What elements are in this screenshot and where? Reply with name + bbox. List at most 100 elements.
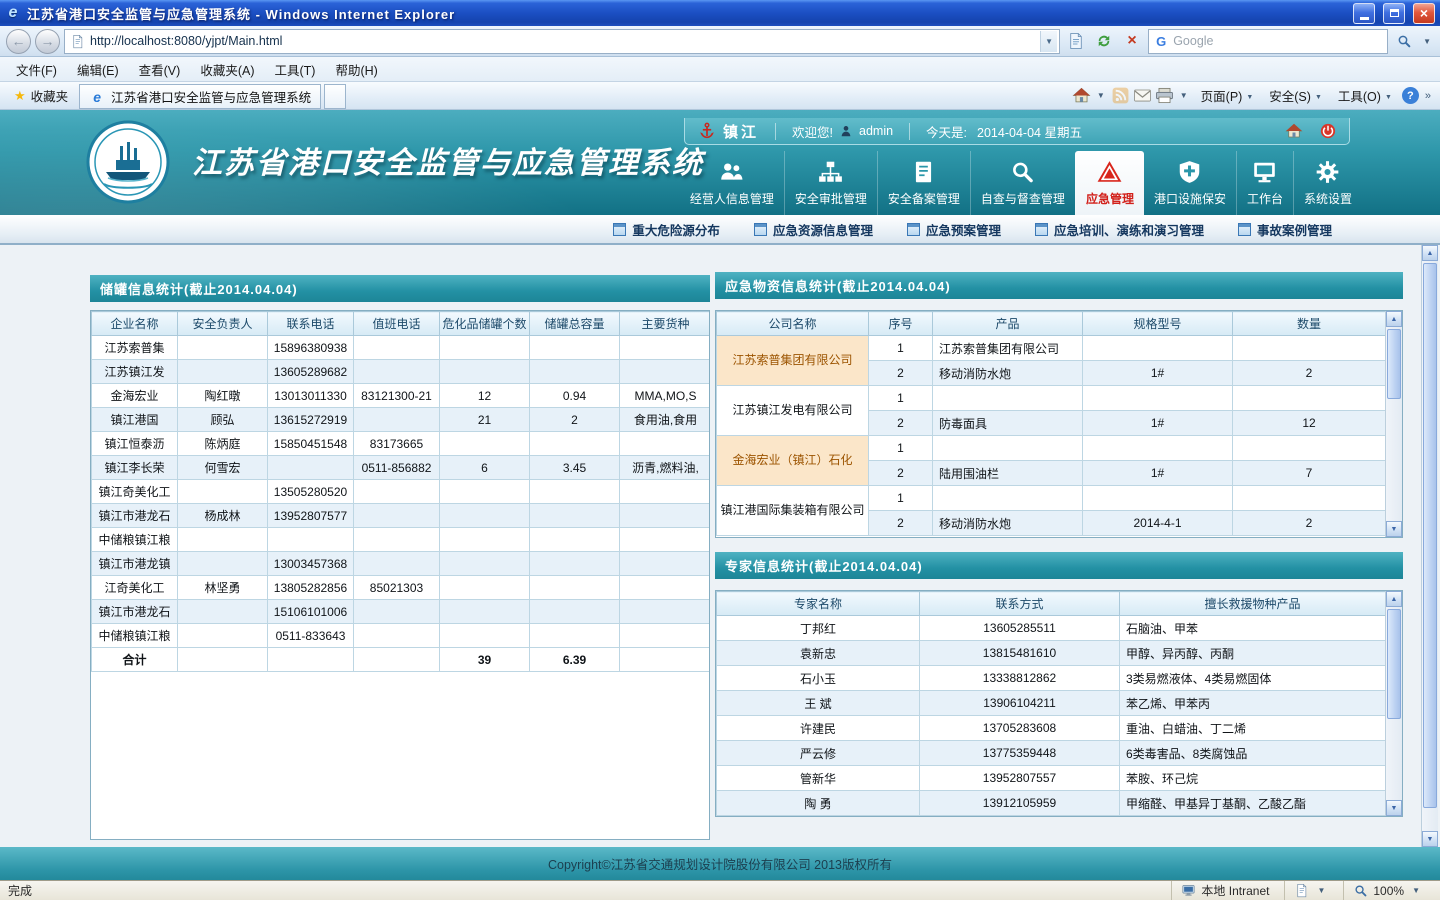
new-tab-button[interactable] bbox=[324, 84, 346, 109]
page-mode-dropdown[interactable]: ▼ bbox=[1314, 886, 1328, 895]
toolbar-text-button[interactable]: 页面(P) bbox=[1194, 83, 1261, 108]
nav-item[interactable]: 经营人信息管理 bbox=[680, 151, 784, 215]
scroll-thumb[interactable] bbox=[1423, 263, 1437, 808]
cell: 林坚勇 bbox=[178, 576, 268, 600]
supplies-scrollbar[interactable]: ▲▼ bbox=[1385, 311, 1402, 537]
column-header: 主要货种 bbox=[620, 312, 711, 336]
cell: 13615272919 bbox=[268, 408, 354, 432]
favorites-button[interactable]: ★ 收藏夹 bbox=[6, 83, 76, 108]
cell: 13906104211 bbox=[920, 691, 1120, 716]
scroll-thumb[interactable] bbox=[1387, 609, 1401, 719]
help-icon[interactable]: ? bbox=[1402, 87, 1419, 104]
zoom-control[interactable]: 100% ▼ bbox=[1343, 881, 1432, 900]
compatibility-button[interactable] bbox=[1064, 29, 1088, 53]
table-row: 镇江奇美化工13505280520 bbox=[92, 480, 711, 504]
menu-item[interactable]: 帮助(H) bbox=[325, 56, 387, 83]
stop-button[interactable]: × bbox=[1120, 29, 1144, 53]
tab-ie-icon: e bbox=[89, 89, 105, 105]
cell: 15106101006 bbox=[268, 600, 354, 624]
cell: 15850451548 bbox=[268, 432, 354, 456]
app-logo bbox=[86, 120, 170, 204]
submenu-item[interactable]: 应急资源信息管理 bbox=[754, 220, 873, 239]
table-row: 江苏镇江发13605289682 bbox=[92, 360, 711, 384]
restore-button[interactable] bbox=[1383, 3, 1405, 24]
cell bbox=[354, 504, 440, 528]
cell bbox=[354, 648, 440, 672]
scroll-thumb[interactable] bbox=[1387, 329, 1401, 399]
nav-item[interactable]: 应急管理 bbox=[1075, 151, 1144, 215]
nav-item[interactable]: 安全备案管理 bbox=[877, 151, 970, 215]
menu-item[interactable]: 工具(T) bbox=[264, 56, 325, 83]
search-dropdown[interactable]: ▼ bbox=[1420, 37, 1434, 46]
toolbar-text-button[interactable]: 安全(S) bbox=[1262, 83, 1329, 108]
url-field[interactable]: http://localhost:8080/yjpt/Main.html ▼ bbox=[64, 29, 1060, 54]
page: 江苏省港口安全监管与应急管理系统 镇江 欢迎您! admin 今天是: 2014… bbox=[0, 110, 1440, 880]
scroll-up-button[interactable]: ▲ bbox=[1386, 591, 1402, 607]
nav-item[interactable]: 港口设施保安 bbox=[1144, 151, 1236, 215]
menu-item[interactable]: 编辑(E) bbox=[67, 56, 129, 83]
close-button[interactable]: × bbox=[1413, 3, 1435, 24]
cell: 1 bbox=[869, 336, 933, 361]
nav-item[interactable]: 安全审批管理 bbox=[784, 151, 877, 215]
table-row: 江苏索普集15896380938 bbox=[92, 336, 711, 360]
search-button[interactable] bbox=[1392, 29, 1416, 53]
mail-icon[interactable] bbox=[1133, 86, 1152, 105]
scroll-down-button[interactable]: ▼ bbox=[1422, 831, 1438, 847]
home-dropdown[interactable]: ▼ bbox=[1094, 91, 1108, 100]
scroll-down-button[interactable]: ▼ bbox=[1386, 800, 1402, 816]
refresh-button[interactable] bbox=[1092, 29, 1116, 53]
experts-scrollbar[interactable]: ▲▼ bbox=[1385, 591, 1402, 816]
scroll-up-button[interactable]: ▲ bbox=[1386, 311, 1402, 327]
logout-power-icon[interactable] bbox=[1319, 122, 1337, 140]
company-cell: 江苏索普集团有限公司 bbox=[717, 336, 869, 386]
cell: 陶 勇 bbox=[717, 791, 920, 816]
submenu-item[interactable]: 事故案例管理 bbox=[1238, 220, 1332, 239]
cell bbox=[268, 456, 354, 480]
overflow-chevron-icon[interactable]: » bbox=[1422, 90, 1434, 102]
print-dropdown[interactable]: ▼ bbox=[1177, 91, 1191, 100]
search-input[interactable]: G Google bbox=[1148, 29, 1388, 54]
cell: 15896380938 bbox=[268, 336, 354, 360]
cell: 13805282856 bbox=[268, 576, 354, 600]
toolbar-text-button[interactable]: 工具(O) bbox=[1331, 83, 1399, 108]
nav-item[interactable]: 系统设置 bbox=[1293, 151, 1362, 215]
submenu-item[interactable]: 重大危险源分布 bbox=[613, 220, 720, 239]
cell: 中储粮镇江粮 bbox=[92, 624, 178, 648]
nav-item-label: 安全备案管理 bbox=[888, 190, 960, 207]
submenu-item[interactable]: 应急培训、演练和演习管理 bbox=[1035, 220, 1204, 239]
cell: 21 bbox=[440, 408, 530, 432]
scroll-up-button[interactable]: ▲ bbox=[1422, 245, 1438, 261]
submenu-item-label: 应急资源信息管理 bbox=[773, 220, 873, 239]
cell: 13912105959 bbox=[920, 791, 1120, 816]
cell bbox=[620, 528, 711, 552]
url-dropdown[interactable]: ▼ bbox=[1040, 31, 1057, 52]
cell bbox=[440, 504, 530, 528]
cell bbox=[530, 432, 620, 456]
page-mode-control[interactable]: ▼ bbox=[1284, 881, 1337, 900]
home-icon[interactable] bbox=[1072, 86, 1091, 105]
back-button[interactable]: ← bbox=[6, 29, 31, 54]
print-icon[interactable] bbox=[1155, 86, 1174, 105]
cell: 13338812862 bbox=[920, 666, 1120, 691]
url-text: http://localhost:8080/yjpt/Main.html bbox=[90, 34, 1035, 48]
cell bbox=[620, 336, 711, 360]
scroll-down-button[interactable]: ▼ bbox=[1386, 521, 1402, 537]
menu-item[interactable]: 收藏夹(A) bbox=[190, 56, 264, 83]
search-placeholder: Google bbox=[1173, 34, 1213, 48]
people-icon bbox=[718, 159, 745, 185]
nav-item[interactable]: 工作台 bbox=[1236, 151, 1293, 215]
zoom-dropdown[interactable]: ▼ bbox=[1409, 886, 1423, 895]
minimize-button[interactable] bbox=[1353, 3, 1375, 24]
submenu-item[interactable]: 应急预案管理 bbox=[907, 220, 1001, 239]
menu-item[interactable]: 查看(V) bbox=[129, 56, 191, 83]
orgchart-icon bbox=[817, 159, 844, 185]
home-shortcut-icon[interactable] bbox=[1285, 122, 1303, 140]
menu-item[interactable]: 文件(F) bbox=[6, 56, 67, 83]
tab-main[interactable]: e 江苏省港口安全监管与应急管理系统 bbox=[79, 84, 321, 109]
forward-button[interactable]: → bbox=[35, 29, 60, 54]
nav-item[interactable]: 自查与督查管理 bbox=[970, 151, 1075, 215]
welcome-label: 欢迎您! bbox=[792, 122, 833, 141]
feeds-icon[interactable] bbox=[1111, 86, 1130, 105]
page-scrollbar[interactable]: ▲▼ bbox=[1421, 245, 1438, 847]
cell: 1 bbox=[869, 386, 933, 411]
